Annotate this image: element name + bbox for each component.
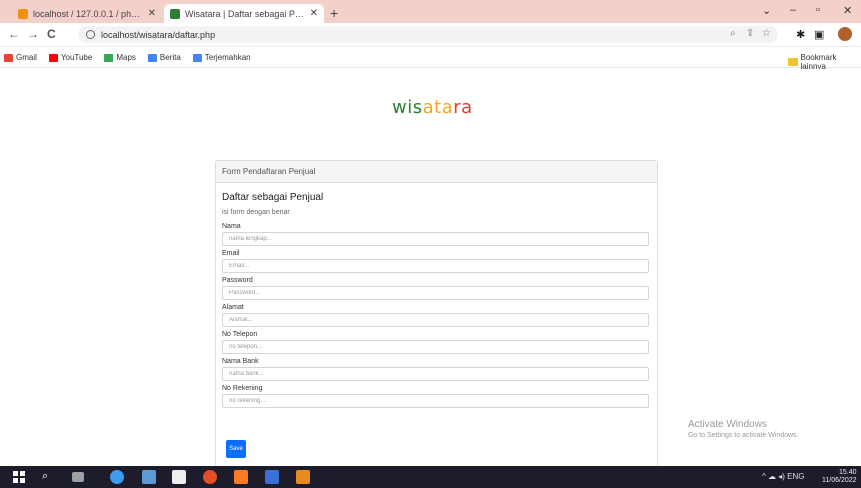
- task-view-icon[interactable]: [72, 472, 84, 482]
- field-group-bank: Nama Bank: [222, 357, 651, 381]
- field-group-nama: Nama: [222, 222, 651, 246]
- translate-icon: [192, 53, 202, 62]
- bookmark-terjemahkan[interactable]: Terjemahkan: [192, 53, 251, 62]
- bookmarks-bar: Gmail YouTube Maps Berita Terjemahkan Bo…: [0, 48, 861, 71]
- clock-date: 11/06/2022: [822, 477, 857, 484]
- back-button[interactable]: ←: [8, 27, 20, 41]
- reload-button[interactable]: C: [47, 27, 56, 41]
- password-input[interactable]: [222, 286, 649, 300]
- watermark-subtitle: Go to Settings to activate Windows.: [688, 432, 799, 439]
- watermark-title: Activate Windows: [688, 419, 767, 430]
- bookmark-label: Berita: [159, 53, 181, 62]
- news-icon: [147, 53, 157, 62]
- close-tab-icon[interactable]: ✕: [310, 8, 318, 19]
- edge-icon[interactable]: [110, 470, 124, 484]
- telepon-input[interactable]: [222, 340, 649, 354]
- logo-part: ata: [422, 97, 454, 118]
- windows-taskbar: ⌕ ^ ☁ ◂) ENG 15.40 11/06/2022: [0, 466, 861, 488]
- close-window-button[interactable]: ✕: [843, 4, 852, 17]
- chrome-icon[interactable]: [203, 470, 217, 484]
- wisatara-logo[interactable]: wisatara: [392, 97, 473, 118]
- wisatara-favicon-icon: [170, 8, 180, 19]
- alamat-label: Alamat: [222, 304, 244, 311]
- alamat-input[interactable]: [222, 313, 649, 327]
- activate-windows-watermark: Activate Windows Go to Settings to activ…: [688, 419, 799, 439]
- bank-input[interactable]: [222, 367, 649, 381]
- maps-icon: [104, 53, 114, 62]
- field-group-alamat: Alamat: [222, 303, 651, 327]
- tab-search-icon[interactable]: ⌄: [762, 4, 771, 17]
- app-icon[interactable]: [265, 470, 279, 484]
- close-tab-icon[interactable]: ✕: [148, 8, 156, 19]
- page-content: wisatara Form Pendaftaran Penjual Daftar…: [0, 69, 861, 466]
- maximize-button[interactable]: ▫: [816, 4, 820, 16]
- store-icon[interactable]: [172, 470, 186, 484]
- email-input[interactable]: [222, 259, 649, 273]
- bookmark-label: Maps: [116, 53, 136, 62]
- tab-phpmyadmin[interactable]: localhost / 127.0.0.1 / phpMyAdmin ✕: [12, 4, 162, 23]
- nama-input[interactable]: [222, 232, 649, 246]
- browser-toolbar: ← → C localhost/wisatara/daftar.php ⌕ ⇪ …: [0, 23, 861, 47]
- bookmark-youtube[interactable]: YouTube: [48, 53, 93, 62]
- phpmyadmin-favicon-icon: [18, 8, 28, 19]
- form-subtitle: isi form dengan benar: [222, 209, 290, 216]
- new-tab-button[interactable]: +: [330, 5, 338, 21]
- address-text: localhost/wisatara/daftar.php: [101, 29, 216, 40]
- taskbar-clock[interactable]: 15.40 11/06/2022: [822, 469, 857, 485]
- profile-avatar[interactable]: [838, 27, 852, 41]
- xampp-icon[interactable]: [234, 470, 248, 484]
- telepon-label: No Telepon: [222, 331, 258, 338]
- forward-button[interactable]: →: [27, 27, 39, 41]
- registration-card: Form Pendaftaran Penjual Daftar sebagai …: [215, 160, 658, 466]
- field-group-password: Password: [222, 276, 651, 300]
- field-group-telepon: No Telepon: [222, 330, 651, 354]
- extensions-icon[interactable]: ▣: [814, 28, 824, 41]
- rekening-label: No Rekening: [222, 385, 263, 392]
- logo-part: ra: [453, 97, 473, 118]
- nama-label: Nama: [222, 223, 241, 230]
- bookmark-label: Terjemahkan: [204, 53, 251, 62]
- bookmark-label: YouTube: [60, 53, 93, 62]
- folder-icon: [788, 58, 798, 66]
- tab-title: Wisatara | Daftar sebagai Penjual: [185, 8, 306, 19]
- card-header: Form Pendaftaran Penjual: [216, 161, 657, 183]
- search-icon[interactable]: ⌕: [42, 470, 48, 483]
- minimize-button[interactable]: –: [790, 4, 796, 16]
- logo-part: wis: [392, 97, 423, 118]
- pin-icon[interactable]: ✱: [796, 28, 805, 41]
- bookmark-berita[interactable]: Berita: [147, 53, 181, 62]
- save-button[interactable]: Save: [226, 440, 246, 458]
- password-label: Password: [222, 277, 253, 284]
- youtube-icon: [48, 53, 58, 62]
- tab-title: localhost / 127.0.0.1 / phpMyAdmin: [33, 8, 144, 19]
- bookmark-label: Gmail: [16, 53, 37, 62]
- form-title: Daftar sebagai Penjual: [222, 192, 324, 203]
- address-bar[interactable]: localhost/wisatara/daftar.php: [78, 26, 778, 43]
- tab-wisatara[interactable]: Wisatara | Daftar sebagai Penjual ✕: [164, 4, 324, 23]
- card-body: Daftar sebagai Penjual isi form dengan b…: [216, 183, 657, 408]
- bookmark-gmail[interactable]: Gmail: [4, 53, 37, 62]
- zoom-icon[interactable]: ⌕: [730, 28, 736, 39]
- share-icon[interactable]: ⇪: [746, 28, 754, 39]
- gmail-icon: [4, 53, 13, 62]
- rekening-input[interactable]: [222, 394, 649, 408]
- clock-time: 15.40: [838, 469, 857, 476]
- browser-tabstrip: localhost / 127.0.0.1 / phpMyAdmin ✕ Wis…: [0, 0, 861, 23]
- app-icon[interactable]: [296, 470, 310, 484]
- mail-icon[interactable]: [142, 470, 156, 484]
- field-group-email: Email: [222, 249, 651, 273]
- field-group-rekening: No Rekening: [222, 384, 651, 408]
- windows-start-icon[interactable]: [13, 471, 25, 483]
- bookmark-star-icon[interactable]: ☆: [762, 28, 771, 39]
- email-label: Email: [222, 250, 240, 257]
- site-info-icon[interactable]: [86, 30, 95, 39]
- bank-label: Nama Bank: [222, 358, 259, 365]
- bookmark-maps[interactable]: Maps: [104, 53, 136, 62]
- system-tray[interactable]: ^ ☁ ◂) ENG: [762, 472, 804, 481]
